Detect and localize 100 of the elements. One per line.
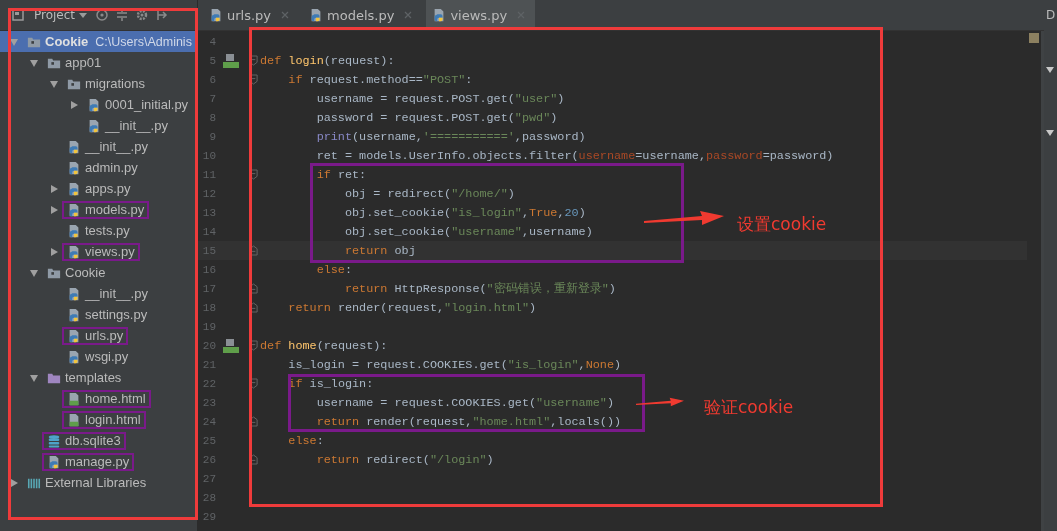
expanded-arrow-icon[interactable] (49, 78, 59, 89)
tree-item[interactable]: __init__.py (82, 116, 173, 135)
line-number: 19 (201, 320, 216, 333)
tree-item[interactable]: models.py (62, 200, 150, 219)
python-file-icon (67, 139, 81, 154)
status-marker (1029, 33, 1039, 43)
tree-item[interactable]: Cookie (22, 32, 94, 51)
line-number: 13 (201, 206, 216, 219)
target-icon[interactable] (95, 8, 110, 22)
python-file-icon (67, 307, 81, 322)
collapsed-arrow-icon[interactable] (49, 183, 59, 194)
tree-item[interactable]: External Libraries (22, 473, 152, 492)
line-number: 18 (201, 301, 216, 314)
close-icon (404, 11, 413, 19)
tree-item[interactable]: urls.py (62, 326, 129, 345)
collapsed-arrow-icon[interactable] (49, 204, 59, 215)
python-file-icon (67, 328, 81, 343)
expand-arrow-icon (1046, 66, 1054, 74)
tree-item[interactable]: db.sqlite3 (42, 431, 126, 450)
collapsed-arrow-icon[interactable] (49, 246, 59, 257)
tree-item[interactable]: views.py (62, 242, 140, 261)
python-file-icon (67, 286, 81, 301)
collapsed-arrow-icon[interactable] (69, 99, 79, 110)
code-line: password = request.POST.get("pwd") (315, 110, 558, 125)
side-panel-title: D (1045, 7, 1057, 22)
line-number: 25 (201, 434, 216, 447)
code-line: is_login = request.COOKIES.get("is_login",None) (287, 357, 622, 372)
line-number: 20 (201, 339, 216, 352)
tree-item[interactable]: __init__.py (62, 284, 153, 303)
html-file-icon (67, 412, 81, 427)
python-file-icon (209, 8, 223, 22)
line-number: 27 (201, 472, 216, 485)
code-line: obj = redirect("/home/") (343, 186, 515, 201)
tree-item[interactable]: templates (42, 368, 127, 387)
code-line: obj.set_cookie("username",username) (343, 224, 593, 239)
collapsed-arrow-icon[interactable] (9, 477, 19, 488)
line-number: 21 (201, 358, 216, 371)
line-number: 23 (201, 396, 216, 409)
python-file-icon (67, 349, 81, 364)
tree-item[interactable]: home.html (62, 389, 151, 408)
editor-tab[interactable]: models.py (303, 0, 423, 30)
expanded-arrow-icon[interactable] (29, 57, 39, 68)
code-line: return obj (343, 243, 416, 258)
database-icon (47, 433, 61, 448)
line-number: 24 (201, 415, 216, 428)
code-line: return render(request,"home.html",locals()) (315, 414, 622, 429)
tree-item[interactable]: __init__.py (62, 137, 153, 156)
line-number: 7 (208, 92, 216, 105)
code-line: return render(request,"login.html") (287, 300, 537, 315)
code-line: obj.set_cookie("is_login",True,20) (343, 205, 586, 220)
tree-item[interactable]: admin.py (62, 158, 143, 177)
python-file-icon (67, 181, 81, 196)
line-number: 29 (201, 510, 216, 523)
line-number: 14 (201, 225, 216, 238)
tree-item[interactable]: login.html (62, 410, 146, 429)
expand-arrow-icon (1046, 129, 1054, 137)
html-file-icon (67, 391, 81, 406)
folder-path: C:\Users\Adminis (95, 34, 192, 49)
annotation-label: 设置cookie (737, 213, 827, 236)
code-line: username = request.POST.get("user") (315, 91, 565, 106)
tree-item[interactable]: Cookie (42, 263, 111, 282)
collapse-all-icon[interactable] (115, 8, 130, 22)
code-line: if request.method=="POST": (287, 72, 473, 87)
tree-item[interactable]: app01 (42, 53, 107, 72)
line-number: 26 (201, 453, 216, 466)
settings-icon[interactable] (135, 8, 150, 22)
close-icon (281, 11, 290, 19)
tree-item[interactable]: migrations (62, 74, 150, 93)
annotation-label: 验证cookie (704, 396, 794, 419)
line-number: 28 (201, 491, 216, 504)
line-number: 4 (208, 35, 216, 48)
code-line: def home(request): (260, 338, 388, 353)
line-number: 17 (201, 282, 216, 295)
python-file-icon (67, 202, 81, 217)
tree-item[interactable]: manage.py (42, 452, 135, 471)
tree-item[interactable]: apps.py (62, 179, 136, 198)
caret-icon (79, 11, 88, 19)
code-line: def login(request): (260, 53, 395, 68)
tree-item[interactable]: settings.py (62, 305, 153, 324)
tree-item[interactable]: wsgi.py (62, 347, 134, 366)
tree-item[interactable]: 0001_initial.py (82, 95, 194, 114)
code-line: else: (315, 262, 353, 277)
code-line: print(username,'===========',password) (315, 129, 586, 144)
python-file-icon (67, 244, 81, 259)
python-file-icon (87, 118, 101, 133)
pin-icon[interactable] (155, 8, 170, 22)
line-number: 10 (201, 149, 216, 162)
line-number: 12 (201, 187, 216, 200)
code-line: if ret: (315, 167, 367, 182)
editor-tab[interactable]: views.py (426, 0, 536, 30)
python-file-icon (47, 454, 61, 469)
tree-item[interactable]: tests.py (62, 221, 135, 240)
expanded-arrow-icon[interactable] (29, 267, 39, 278)
python-file-icon (67, 160, 81, 175)
line-number: 16 (201, 263, 216, 276)
code-line: return HttpResponse("密码错误，重新登录") (343, 280, 616, 297)
expanded-arrow-icon[interactable] (29, 372, 39, 383)
code-line: ret = models.UserInfo.objects.filter(username=username,password=password) (315, 148, 834, 163)
editor-tab[interactable]: urls.py (203, 0, 300, 30)
python-file-icon (87, 97, 101, 112)
